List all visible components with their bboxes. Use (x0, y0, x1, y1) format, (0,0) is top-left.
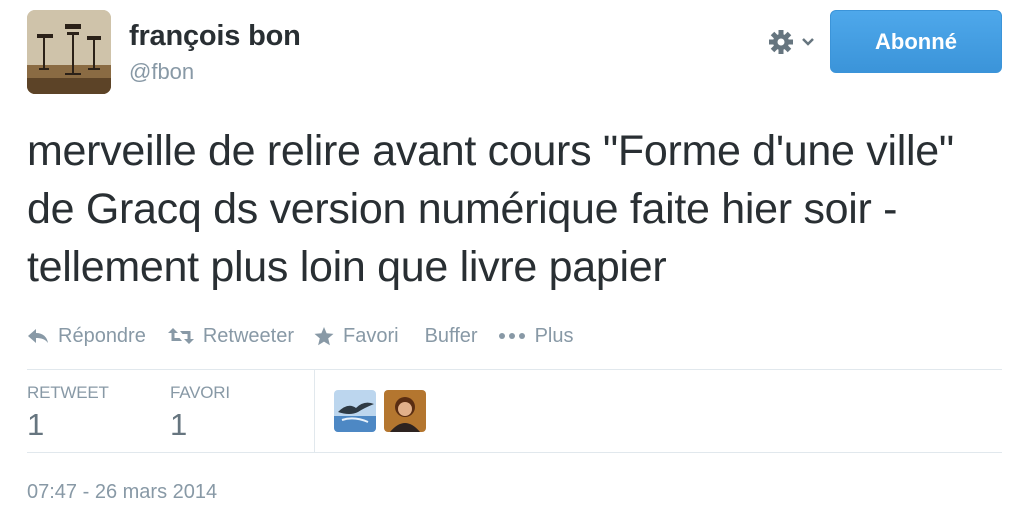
favoriter-avatar-person[interactable] (384, 390, 426, 432)
buffer-label: Buffer (424, 324, 478, 347)
retweet-label: Retweeter (202, 324, 294, 347)
favorite-count: 1 (170, 407, 188, 442)
person-photo-icon (384, 390, 426, 432)
user-handle[interactable]: @fbon (129, 59, 194, 85)
bird-photo-icon (334, 390, 376, 432)
retweet-icon (167, 327, 194, 345)
reply-label: Répondre (58, 324, 146, 347)
divider (27, 369, 1002, 370)
tweet-card: françois bon @fbon Abonné merveille de r… (0, 0, 1024, 517)
retweet-count: 1 (27, 407, 45, 442)
stats-separator (314, 370, 315, 452)
chairs-photo-icon (27, 10, 111, 94)
user-avatar[interactable] (27, 10, 111, 94)
more-button[interactable]: Plus (498, 324, 574, 348)
favorite-button[interactable]: Favori (314, 325, 399, 348)
user-actions-menu[interactable] (767, 28, 819, 56)
divider (27, 452, 1002, 453)
retweet-button[interactable]: Retweeter (167, 324, 294, 348)
favorite-stat-label: FAVORI (170, 383, 230, 402)
retweet-stat-label: RETWEET (27, 383, 109, 402)
buffer-button[interactable]: Buffer (425, 325, 478, 348)
more-dots-icon (498, 332, 526, 340)
tweet-timestamp[interactable]: 07:47 - 26 mars 2014 (27, 481, 217, 504)
reply-button[interactable]: Répondre (27, 325, 146, 348)
retweet-stat[interactable]: RETWEET 1 (27, 383, 109, 443)
tweet-text: merveille de relire avant cours "Forme d… (27, 127, 954, 291)
user-name[interactable]: françois bon (129, 20, 301, 53)
follow-button[interactable]: Abonné (830, 10, 1002, 73)
chevron-down-icon (802, 38, 814, 46)
tweet-actions: Répondre Retweeter Favori Buffer Plus (27, 322, 573, 350)
favorite-stat[interactable]: FAVORI 1 (170, 383, 230, 443)
gear-icon (769, 30, 814, 54)
reply-icon (27, 327, 49, 345)
star-icon (314, 326, 334, 346)
favorite-label: Favori (343, 324, 399, 347)
more-label: Plus (534, 324, 574, 347)
favoriter-avatar-bird[interactable] (334, 390, 376, 432)
favoriter-avatars (334, 390, 434, 432)
